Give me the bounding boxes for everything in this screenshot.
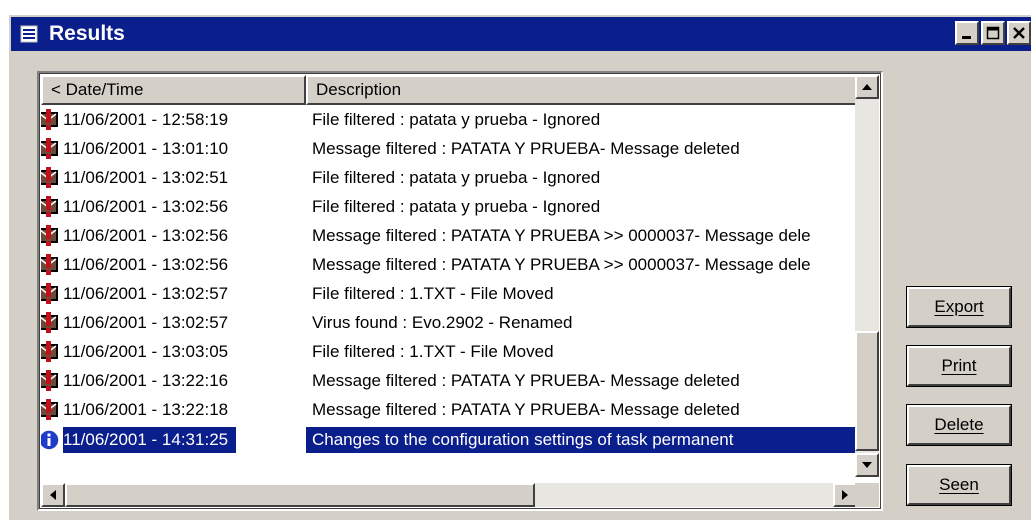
cell-datetime: 11/06/2001 - 13:02:57 — [41, 282, 306, 306]
datetime-text: 11/06/2001 - 13:02:57 — [63, 313, 229, 333]
datetime-text: 11/06/2001 - 13:22:16 — [63, 371, 229, 391]
cell-description: Message filtered : PATATA Y PRUEBA- Mess… — [312, 371, 740, 391]
list-header: < Date/Time Description — [41, 75, 857, 105]
results-window: Results < Date/Time Description 11/06/20… — [8, 14, 1031, 520]
table-row[interactable]: 11/06/2001 - 13:02:56 Message filtered : … — [41, 250, 857, 279]
cell-description: File filtered : 1.TXT - File Moved — [312, 284, 554, 304]
datetime-text: 11/06/2001 - 13:02:57 — [63, 284, 229, 304]
seen-button[interactable]: Seen — [906, 464, 1012, 506]
table-row[interactable]: 11/06/2001 - 13:02:57 File filtered : 1.T… — [41, 280, 857, 309]
maximize-button[interactable] — [981, 21, 1005, 45]
horizontal-scrollbar[interactable] — [41, 483, 857, 507]
datetime-text: 11/06/2001 - 13:02:51 — [63, 167, 229, 187]
cell-datetime: 11/06/2001 - 13:02:56 — [41, 253, 306, 277]
cell-datetime: 11/06/2001 - 13:22:16 — [41, 369, 306, 393]
cell-description: File filtered : patata y prueba - Ignore… — [312, 196, 601, 216]
table-row[interactable]: 11/06/2001 - 13:22:18 Message filtered : … — [41, 396, 857, 425]
datetime-text: 11/06/2001 - 13:03:05 — [63, 342, 229, 362]
table-row[interactable]: 11/06/2001 - 13:02:51 File filtered : pat… — [41, 163, 857, 192]
table-row[interactable]: 11/06/2001 - 13:02:56 Message filtered : … — [41, 221, 857, 250]
filter-alert-icon — [41, 340, 63, 364]
datetime-text: 11/06/2001 - 13:02:56 — [63, 196, 229, 216]
cell-description: Message filtered : PATATA Y PRUEBA- Mess… — [312, 138, 740, 158]
cell-datetime: 11/06/2001 - 13:01:10 — [41, 137, 306, 161]
results-list-icon — [19, 24, 41, 44]
scroll-left-button[interactable] — [41, 483, 65, 507]
cell-datetime: 11/06/2001 - 13:03:05 — [41, 340, 306, 364]
cell-description: File filtered : 1.TXT - File Moved — [312, 342, 554, 362]
cell-datetime: 11/06/2001 - 12:58:19 — [41, 108, 306, 132]
scroll-up-button[interactable] — [855, 75, 879, 99]
export-button[interactable]: Export — [906, 286, 1012, 328]
table-row[interactable]: 11/06/2001 - 13:22:16 Message filtered : … — [41, 367, 857, 396]
arrow-up-icon — [862, 84, 872, 90]
table-row[interactable]: 11/06/2001 - 12:58:19 File filtered : pat… — [41, 105, 857, 134]
scroll-down-button[interactable] — [855, 453, 879, 477]
cell-datetime: 11/06/2001 - 13:22:18 — [41, 398, 306, 422]
filter-alert-icon — [41, 282, 63, 306]
column-header-description[interactable]: Description — [306, 75, 857, 105]
filter-alert-icon — [41, 195, 63, 219]
window-title: Results — [49, 22, 125, 45]
cell-description: File filtered : patata y prueba - Ignore… — [312, 167, 601, 187]
column-header-datetime[interactable]: < Date/Time — [41, 75, 306, 105]
cell-datetime: 11/06/2001 - 14:31:25 — [41, 426, 306, 453]
cell-description: Message filtered : PATATA Y PRUEBA >> 00… — [312, 225, 811, 245]
cell-description: Message filtered : PATATA Y PRUEBA >> 00… — [312, 255, 811, 275]
cell-datetime: 11/06/2001 - 13:02:57 — [41, 311, 306, 335]
title-bar[interactable]: Results — [11, 17, 1031, 51]
print-button[interactable]: Print — [906, 345, 1012, 387]
table-row[interactable]: 11/06/2001 - 13:02:56 File filtered : pat… — [41, 192, 857, 221]
datetime-text: 11/06/2001 - 12:58:19 — [63, 109, 229, 129]
cell-description: Changes to the configuration settings of… — [306, 426, 857, 453]
arrow-down-icon — [862, 462, 872, 468]
table-row[interactable]: 11/06/2001 - 14:31:25 Changes to the conf… — [41, 425, 857, 454]
cell-datetime: 11/06/2001 - 13:02:51 — [41, 166, 306, 190]
filter-alert-icon — [41, 253, 63, 277]
scrollbar-corner — [855, 483, 879, 507]
cell-description: Virus found : Evo.2902 - Renamed — [312, 313, 573, 333]
filter-alert-icon — [41, 369, 63, 393]
minimize-icon — [962, 36, 971, 39]
list-rows: 11/06/2001 - 12:58:19 File filtered : pat… — [41, 105, 857, 472]
filter-alert-icon — [41, 137, 63, 161]
cell-description: Message filtered : PATATA Y PRUEBA- Mess… — [312, 400, 740, 420]
table-row[interactable]: 11/06/2001 - 13:02:57 Virus found : Evo.2… — [41, 309, 857, 338]
table-row[interactable]: 11/06/2001 - 13:01:10 Message filtered : … — [41, 134, 857, 163]
arrow-right-icon — [842, 490, 848, 500]
datetime-text: 11/06/2001 - 14:31:25 — [63, 426, 237, 453]
vertical-scrollbar[interactable] — [855, 75, 879, 477]
results-list[interactable]: < Date/Time Description 11/06/2001 - 12:… — [37, 71, 883, 511]
vertical-scroll-thumb[interactable] — [855, 331, 879, 451]
filter-alert-icon — [41, 311, 63, 335]
minimize-button[interactable] — [955, 21, 979, 45]
datetime-text: 11/06/2001 - 13:02:56 — [63, 225, 229, 245]
cell-description: File filtered : patata y prueba - Ignore… — [312, 109, 601, 129]
horizontal-scroll-thumb[interactable] — [65, 483, 535, 507]
datetime-text: 11/06/2001 - 13:22:18 — [63, 400, 229, 420]
filter-alert-icon — [41, 224, 63, 248]
filter-alert-icon — [41, 108, 63, 132]
datetime-text: 11/06/2001 - 13:02:56 — [63, 255, 229, 275]
info-icon — [41, 428, 63, 452]
filter-alert-icon — [41, 398, 63, 422]
close-button[interactable] — [1007, 21, 1031, 45]
close-icon — [1013, 27, 1025, 39]
delete-button[interactable]: Delete — [906, 404, 1012, 446]
maximize-icon — [986, 26, 1000, 40]
arrow-left-icon — [50, 490, 56, 500]
scroll-right-button[interactable] — [833, 483, 857, 507]
cell-datetime: 11/06/2001 - 13:02:56 — [41, 195, 306, 219]
datetime-text: 11/06/2001 - 13:01:10 — [63, 138, 229, 158]
cell-datetime: 11/06/2001 - 13:02:56 — [41, 224, 306, 248]
table-row[interactable]: 11/06/2001 - 13:03:05 File filtered : 1.T… — [41, 338, 857, 367]
filter-alert-icon — [41, 166, 63, 190]
